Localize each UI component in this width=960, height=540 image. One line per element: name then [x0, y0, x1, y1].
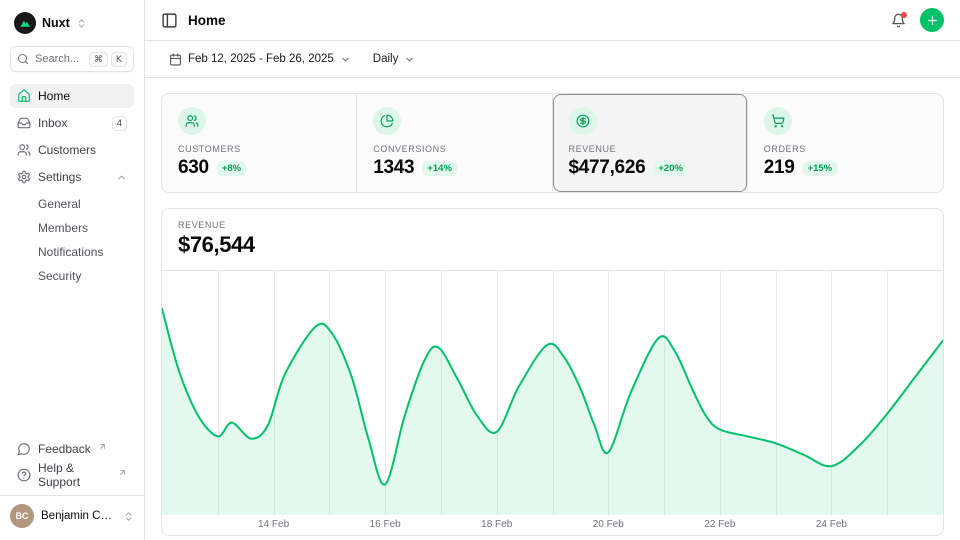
chevron-down-icon [340, 54, 351, 65]
revenue-chart-header: REVENUE $76,544 [162, 209, 943, 271]
notification-dot [901, 12, 907, 18]
sidebar-item-customers[interactable]: Customers [10, 138, 134, 162]
sidebar-item-general[interactable]: General [10, 193, 134, 215]
message-icon [17, 442, 31, 456]
dollar-circle-icon [569, 107, 597, 135]
stat-card-conversions[interactable]: CONVERSIONS 1343 +14% [357, 94, 552, 192]
k-key: K [111, 52, 127, 67]
revenue-chart-plot[interactable] [162, 271, 943, 515]
sidebar: Nuxt Search... ⌘K Home [0, 0, 145, 540]
sidebar-item-label: Settings [38, 170, 81, 184]
plus-icon [926, 14, 939, 27]
stat-label: CUSTOMERS [178, 144, 340, 154]
stat-label: ORDERS [764, 144, 927, 154]
external-link-icon [98, 442, 107, 451]
revenue-chart-card: REVENUE $76,544 14 Feb 16 Feb 18 Feb 20 Feb… [161, 208, 944, 536]
pie-chart-icon [373, 107, 401, 135]
granularity-select[interactable]: Daily [365, 48, 424, 70]
user-menu[interactable]: BC Benjamin Canac [0, 495, 144, 530]
cart-icon [764, 107, 792, 135]
revenue-chart-label: REVENUE [178, 220, 927, 230]
sidebar-item-members[interactable]: Members [10, 217, 134, 239]
stat-value: $477,626 [569, 157, 646, 179]
header-actions [891, 8, 944, 32]
stat-delta-badge: +14% [422, 161, 457, 176]
settings-subnav: General Members Notifications Security [10, 193, 134, 287]
sidebar-nav: Home Inbox 4 Customers Settings [10, 84, 134, 437]
chevron-down-icon [404, 54, 415, 65]
search-input[interactable]: Search... ⌘K [10, 46, 134, 72]
stat-value: 219 [764, 157, 795, 179]
sidebar-footer: Feedback Help & Support [10, 437, 134, 487]
cmd-key: ⌘ [89, 52, 108, 67]
stat-delta-badge: +15% [803, 161, 838, 176]
stat-delta-badge: +8% [217, 161, 246, 176]
avatar: BC [10, 504, 34, 528]
users-icon [17, 143, 31, 157]
calendar-icon [169, 53, 182, 66]
search-shortcut: ⌘K [89, 52, 127, 67]
workspace-selector[interactable]: Nuxt [10, 10, 134, 36]
stat-value: 630 [178, 157, 209, 179]
inbox-count-badge: 4 [112, 116, 127, 131]
gear-icon [17, 170, 31, 184]
filters-toolbar: Feb 12, 2025 - Feb 26, 2025 Daily [145, 41, 960, 78]
page-title: Home [188, 13, 226, 28]
stat-card-revenue[interactable]: REVENUE $477,626 +20% [553, 94, 748, 192]
users-icon [178, 107, 206, 135]
add-button[interactable] [920, 8, 944, 32]
revenue-chart-value: $76,544 [178, 232, 927, 258]
sidebar-toggle-icon[interactable] [161, 12, 178, 29]
stat-label: REVENUE [569, 144, 731, 154]
home-icon [17, 89, 31, 103]
stat-card-customers[interactable]: CUSTOMERS 630 +8% [162, 94, 357, 192]
user-name: Benjamin Canac [41, 510, 116, 522]
chart-area-fill [162, 308, 943, 515]
sidebar-item-label: Home [38, 89, 70, 103]
search-icon [17, 53, 29, 65]
stat-label: CONVERSIONS [373, 144, 535, 154]
date-range-label: Feb 12, 2025 - Feb 26, 2025 [188, 53, 334, 65]
sidebar-item-label: Inbox [38, 116, 67, 130]
notifications-button[interactable] [891, 13, 906, 28]
main-area: Home Feb 12, 2025 - Feb 26, 2025 [145, 0, 960, 540]
sidebar-item-notifications[interactable]: Notifications [10, 241, 134, 263]
feedback-link[interactable]: Feedback [10, 437, 134, 461]
chevrons-up-down-icon [76, 18, 87, 29]
nuxt-logo-icon [14, 12, 36, 34]
sidebar-item-settings[interactable]: Settings [10, 165, 134, 189]
sidebar-item-home[interactable]: Home [10, 84, 134, 108]
main-header: Home [145, 0, 960, 41]
x-tick-label: 24 Feb [816, 519, 847, 530]
stat-delta-badge: +20% [653, 161, 688, 176]
external-link-icon [118, 468, 127, 477]
stat-value: 1343 [373, 157, 414, 179]
chart-x-axis: 14 Feb 16 Feb 18 Feb 20 Feb 22 Feb 24 Feb [162, 515, 943, 535]
help-support-link[interactable]: Help & Support [10, 463, 134, 487]
help-support-label: Help & Support [38, 461, 111, 489]
x-tick-label: 16 Feb [370, 519, 401, 530]
chevron-up-icon [116, 172, 127, 183]
x-tick-label: 20 Feb [593, 519, 624, 530]
help-circle-icon [17, 468, 31, 482]
sidebar-item-inbox[interactable]: Inbox 4 [10, 111, 134, 135]
stats-row: CUSTOMERS 630 +8% CONVERSIONS 1343 +14% [161, 93, 944, 193]
sidebar-item-security[interactable]: Security [10, 265, 134, 287]
feedback-label: Feedback [38, 442, 91, 456]
x-tick-label: 14 Feb [258, 519, 289, 530]
x-tick-label: 22 Feb [704, 519, 735, 530]
inbox-icon [17, 116, 31, 130]
granularity-label: Daily [373, 53, 399, 65]
workspace-name: Nuxt [42, 16, 70, 30]
sidebar-item-label: Customers [38, 143, 96, 157]
dashboard-content: CUSTOMERS 630 +8% CONVERSIONS 1343 +14% [145, 78, 960, 540]
x-tick-label: 18 Feb [481, 519, 512, 530]
stat-card-orders[interactable]: ORDERS 219 +15% [748, 94, 943, 192]
search-placeholder: Search... [35, 53, 79, 65]
date-range-picker[interactable]: Feb 12, 2025 - Feb 26, 2025 [161, 48, 359, 71]
revenue-area-chart [162, 271, 943, 515]
dashboard-app: Nuxt Search... ⌘K Home [0, 0, 960, 540]
chevrons-up-down-icon [123, 511, 134, 522]
